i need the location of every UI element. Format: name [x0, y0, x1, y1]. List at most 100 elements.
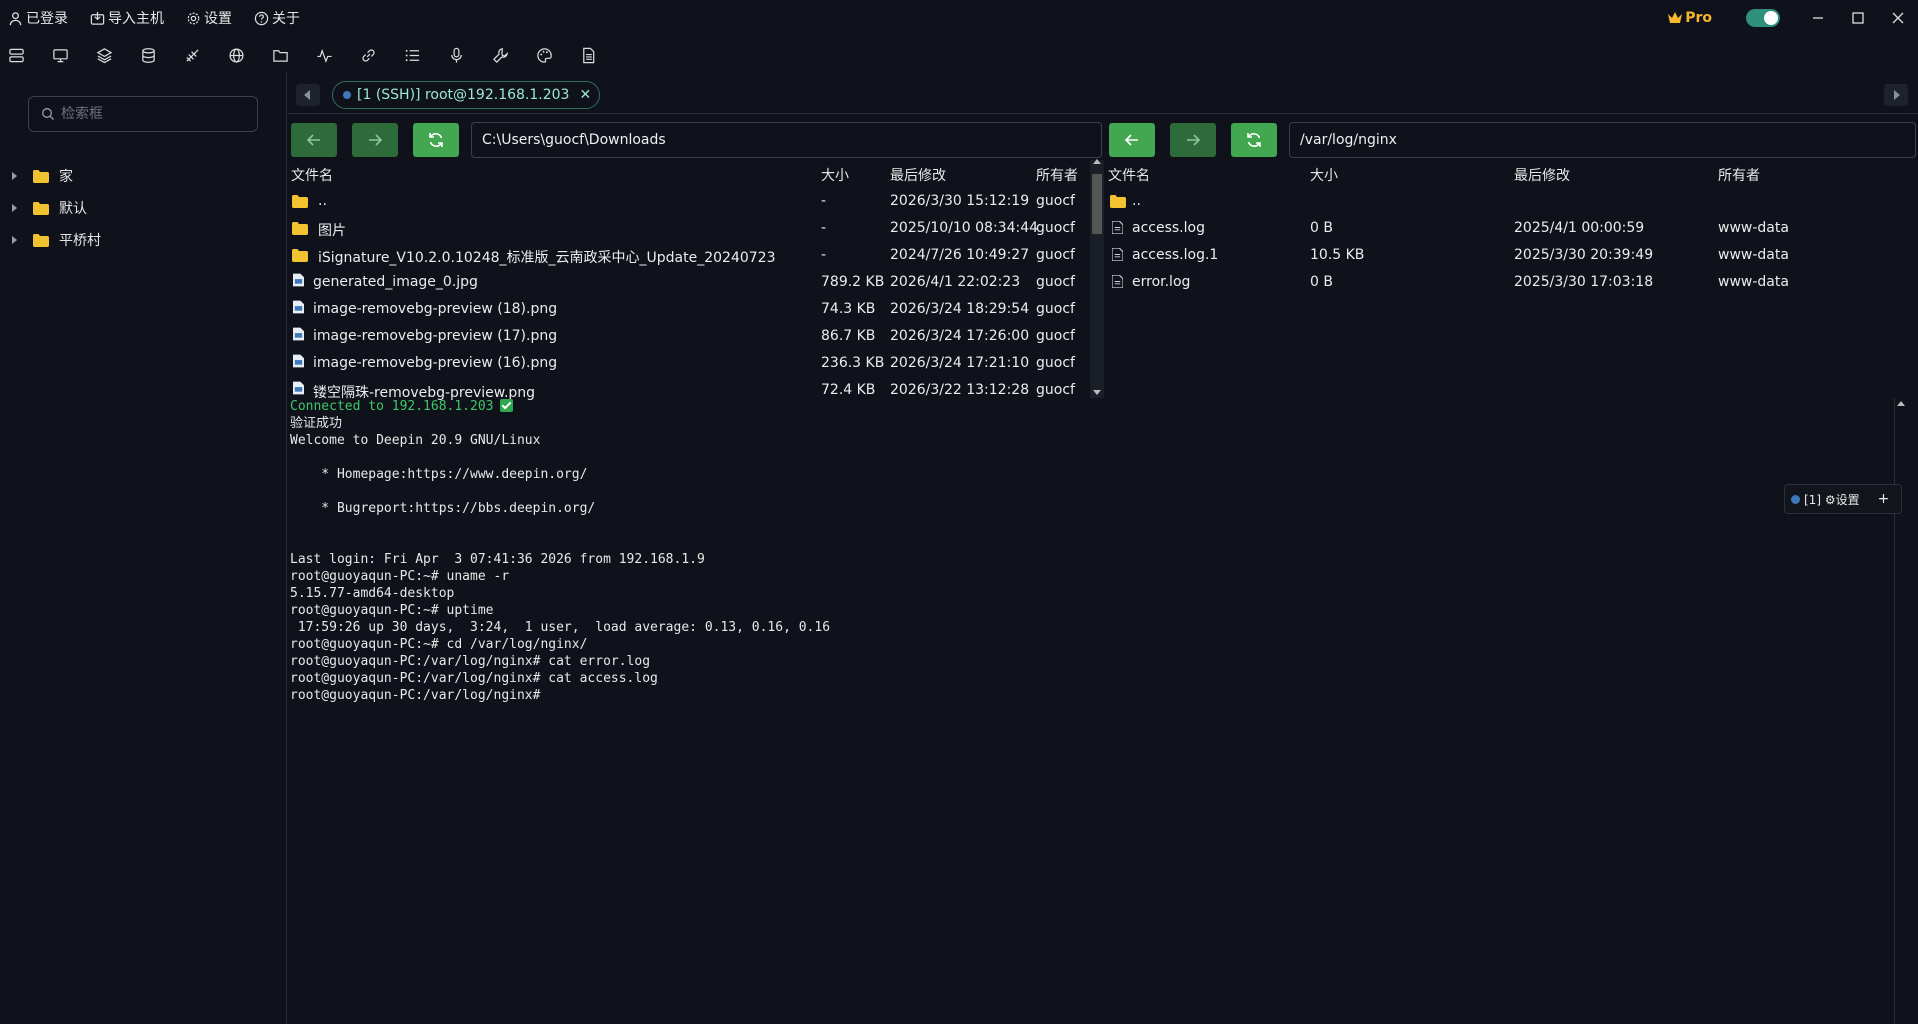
tab-scroll-right-button[interactable] — [1884, 84, 1908, 106]
file-icon — [1112, 221, 1123, 234]
image-file-icon — [293, 327, 304, 341]
cell-name: .. — [1132, 193, 1141, 209]
add-session-button[interactable]: + — [1878, 491, 1890, 507]
chevron-right-icon — [1894, 90, 1900, 100]
menu-settings[interactable]: 设置 — [186, 8, 232, 28]
remote-refresh-button[interactable] — [1231, 123, 1277, 157]
cell-modified: 2025/4/1 00:00:59 — [1514, 220, 1645, 236]
tool-palette[interactable] — [534, 39, 578, 71]
menu-about-label: 关于 — [272, 11, 300, 27]
folder-icon — [33, 233, 49, 247]
column-modified-header[interactable]: 最后修改 — [890, 165, 946, 185]
cell-modified: 2025/3/30 20:39:49 — [1514, 247, 1654, 263]
menu-login[interactable]: 已登录 — [8, 8, 68, 28]
expand-caret-icon[interactable] — [12, 236, 17, 244]
close-window-button[interactable] — [1878, 0, 1918, 36]
cell-owner: www-data — [1718, 220, 1789, 236]
column-owner-header[interactable]: 所有者 — [1718, 165, 1760, 185]
tool-globe[interactable] — [226, 39, 270, 71]
terminal-connected-line: Connected to 192.168.1.203 — [290, 398, 1906, 415]
table-row[interactable]: iSignature_V10.2.0.10248_标准版_云南政采中心_Upda… — [288, 242, 1104, 269]
close-tab-icon[interactable]: ✕ — [579, 87, 591, 103]
session-chip[interactable]: [1] ⚙设置 + — [1784, 484, 1902, 514]
table-row[interactable]: error.log 0 B 2025/3/30 17:03:18 www-data — [1106, 269, 1918, 296]
remote-forward-button[interactable] — [1170, 123, 1216, 157]
local-back-button[interactable] — [291, 123, 337, 157]
scroll-down-icon — [1093, 390, 1101, 395]
table-row[interactable]: access.log.1 10.5 KB 2025/3/30 20:39:49 www… — [1106, 242, 1918, 269]
servers-icon — [9, 48, 24, 62]
tree-group-home[interactable]: 家 — [0, 160, 286, 192]
minimize-button[interactable] — [1798, 0, 1838, 36]
column-size-header[interactable]: 大小 — [821, 165, 849, 185]
search-box[interactable] — [28, 96, 258, 132]
expand-caret-icon[interactable] — [12, 172, 17, 180]
scroll-thumb[interactable] — [1092, 174, 1102, 234]
table-row[interactable]: image-removebg-preview (16).png 236.3 KB 2… — [288, 350, 1104, 377]
folder-icon — [1110, 195, 1126, 208]
tool-document[interactable] — [578, 39, 622, 71]
table-row[interactable]: generated_image_0.jpg 789.2 KB 2026/4/1 22… — [288, 269, 1104, 296]
maximize-button[interactable] — [1838, 0, 1878, 36]
cell-size: 0 B — [1310, 220, 1333, 236]
arrow-right-icon — [1187, 134, 1201, 146]
theme-toggle[interactable] — [1746, 9, 1780, 27]
remote-back-button[interactable] — [1109, 123, 1155, 157]
terminal-line: 5.15.77-amd64-desktop — [290, 586, 455, 601]
tool-folder[interactable] — [270, 39, 314, 71]
column-name-header[interactable]: 文件名 — [291, 165, 333, 185]
tool-list[interactable] — [402, 39, 446, 71]
terminal-line: Welcome to Deepin 20.9 GNU/Linux — [290, 433, 541, 448]
column-size-header[interactable]: 大小 — [1310, 165, 1338, 185]
search-icon — [42, 108, 54, 120]
table-row[interactable]: 图片 - 2025/10/10 08:34:44 guocf — [288, 215, 1104, 242]
cell-modified: 2026/3/24 18:29:54 — [890, 301, 1030, 317]
terminal-line: root@guoyaqun-PC:/var/log/nginx# cat err… — [290, 654, 651, 669]
tree-group-default[interactable]: 默认 — [0, 192, 286, 224]
tool-microphone[interactable] — [446, 39, 490, 71]
tool-servers[interactable] — [6, 39, 50, 71]
image-file-icon — [293, 354, 304, 368]
microphone-icon — [451, 47, 462, 63]
tool-wrench[interactable] — [490, 39, 534, 71]
list-icon — [405, 49, 420, 61]
column-name-header[interactable]: 文件名 — [1108, 165, 1150, 185]
tool-link[interactable] — [358, 39, 402, 71]
column-modified-header[interactable]: 最后修改 — [1514, 165, 1570, 185]
tool-monitor[interactable] — [50, 39, 94, 71]
scroll-up-icon — [1093, 159, 1101, 164]
table-row[interactable]: image-removebg-preview (18).png 74.3 KB 20… — [288, 296, 1104, 323]
tool-satellite[interactable] — [182, 39, 226, 71]
table-row[interactable]: access.log 0 B 2025/4/1 00:00:59 www-data — [1106, 215, 1918, 242]
local-file-pane: C:\Users\guocf\Downloads 文件名 大小 最后修改 所有者… — [288, 120, 1104, 401]
tree-group-pingqiao[interactable]: 平桥村 — [0, 224, 286, 256]
pro-badge[interactable]: Pro — [1667, 10, 1712, 26]
search-input[interactable] — [61, 106, 241, 122]
remote-path-input[interactable]: /var/log/nginx — [1289, 122, 1916, 158]
tab-scroll-left-button[interactable] — [296, 84, 320, 106]
tool-activity[interactable] — [314, 39, 358, 71]
menu-import-host[interactable]: 导入主机 — [90, 8, 164, 28]
local-refresh-button[interactable] — [413, 123, 459, 157]
arrow-right-icon — [369, 134, 383, 146]
local-forward-button[interactable] — [352, 123, 398, 157]
cell-owner: guocf — [1036, 301, 1075, 317]
local-path-input[interactable]: C:\Users\guocf\Downloads — [471, 122, 1102, 158]
menu-about[interactable]: 关于 — [254, 8, 300, 28]
crown-icon — [1668, 12, 1683, 23]
local-scrollbar[interactable] — [1090, 159, 1104, 398]
terminal[interactable]: Connected to 192.168.1.203 验证成功 Welcome t… — [288, 398, 1906, 1024]
cell-owner: guocf — [1036, 382, 1075, 398]
cell-size: 236.3 KB — [821, 355, 885, 371]
expand-caret-icon[interactable] — [12, 204, 17, 212]
tool-database[interactable] — [138, 39, 182, 71]
table-row[interactable]: image-removebg-preview (17).png 86.7 KB 20… — [288, 323, 1104, 350]
tool-layers[interactable] — [94, 39, 138, 71]
column-owner-header[interactable]: 所有者 — [1036, 165, 1078, 185]
image-file-icon — [293, 300, 304, 314]
tab-ssh-session[interactable]: [1 (SSH)] root@192.168.1.203 ✕ — [332, 81, 601, 109]
table-row[interactable]: .. - 2026/3/30 15:12:19 guocf — [288, 188, 1104, 215]
table-row[interactable]: .. — [1106, 188, 1918, 215]
